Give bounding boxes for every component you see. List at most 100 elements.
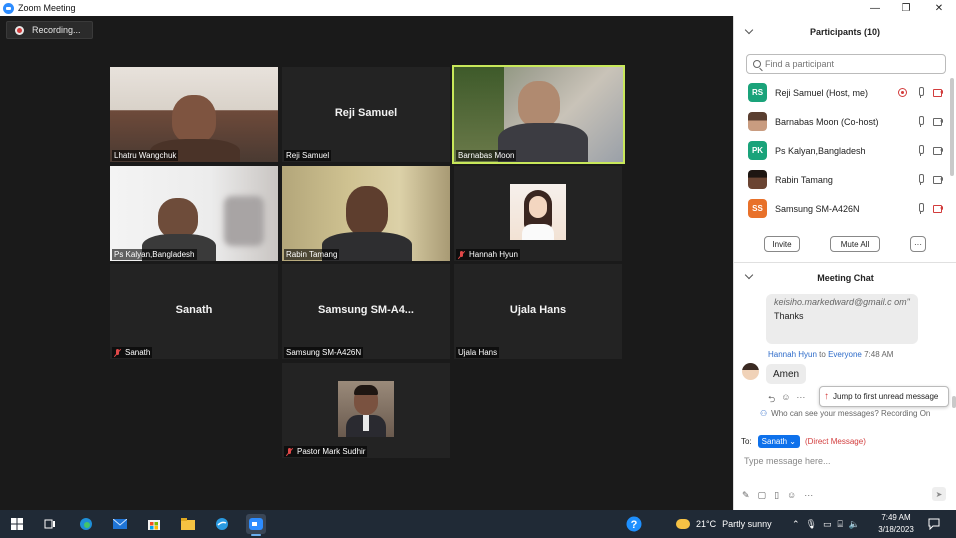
- recording-label: Recording...: [32, 25, 81, 35]
- weather-icon: [676, 519, 690, 529]
- more-icon[interactable]: ···: [796, 392, 805, 408]
- jump-to-unread-button[interactable]: ↑ Jump to first unread message: [819, 386, 949, 407]
- participant-row[interactable]: Rabin Tamang: [734, 165, 948, 194]
- participant-list: RS Reji Samuel (Host, me) Barnabas Moon …: [734, 78, 948, 223]
- help-icon[interactable]: ?: [624, 514, 644, 534]
- tile-name-tag: Rabin Tamang: [284, 249, 340, 260]
- window-title: Zoom Meeting: [18, 3, 76, 13]
- taskbar: ? 21°C Partly sunny ⌃ 🎙 ▭ ⌸ 🔈 7:49 AM 3/…: [0, 510, 956, 538]
- participant-row[interactable]: PK Ps Kalyan,Bangladesh: [734, 136, 948, 165]
- chat-sender[interactable]: Hannah Hyun: [768, 350, 817, 359]
- chat-message: Amen: [766, 364, 806, 384]
- invite-button[interactable]: Invite: [764, 236, 800, 252]
- video-tile-ujala[interactable]: Ujala Hans Ujala Hans: [454, 264, 622, 359]
- chat-title: Meeting Chat: [817, 273, 874, 283]
- tile-name-tag: Pastor Mark Sudhir: [284, 446, 368, 457]
- screenshot-icon[interactable]: ▢: [758, 490, 767, 501]
- chat-avatar: [742, 363, 759, 380]
- chat-text: Thanks: [774, 311, 804, 321]
- mic-muted-icon: [458, 250, 466, 259]
- windows-start-icon[interactable]: [7, 514, 27, 534]
- microphone-icon[interactable]: [915, 174, 926, 185]
- system-tray: ⌃ 🎙 ▭ ⌸ 🔈: [792, 510, 860, 538]
- store-icon[interactable]: [144, 514, 164, 534]
- file-explorer-icon[interactable]: [178, 514, 198, 534]
- tile-name-tag: Lhatru Wangchuk: [112, 150, 179, 161]
- volume-icon[interactable]: 🔈: [849, 519, 860, 530]
- to-label: To:: [741, 437, 752, 446]
- video-icon[interactable]: [933, 174, 944, 185]
- emoji-icon[interactable]: ☺: [787, 490, 796, 501]
- mute-all-button[interactable]: Mute All: [830, 236, 880, 252]
- participant-search-input[interactable]: [765, 59, 935, 69]
- video-off-icon[interactable]: [933, 87, 944, 98]
- recipient-dropdown[interactable]: Sanath ⌄: [757, 435, 800, 448]
- collapse-chevron-icon[interactable]: [744, 25, 754, 35]
- minimize-button[interactable]: —: [860, 0, 890, 16]
- close-button[interactable]: ✕: [924, 0, 954, 16]
- participant-row[interactable]: Barnabas Moon (Co-host): [734, 107, 948, 136]
- video-tile-sanath[interactable]: Sanath Sanath: [110, 264, 278, 359]
- video-tile-hannah[interactable]: Hannah Hyun: [454, 166, 622, 261]
- zoom-app-icon[interactable]: [246, 514, 266, 536]
- chat-scrollbar[interactable]: [952, 396, 956, 408]
- microphone-icon[interactable]: [915, 87, 926, 98]
- task-view-icon[interactable]: [40, 514, 60, 534]
- emoji-reaction-icon[interactable]: ☺: [781, 392, 790, 408]
- chat-message-input[interactable]: [744, 456, 944, 466]
- taskbar-clock[interactable]: 7:49 AM 3/18/2023: [874, 512, 918, 536]
- recording-indicator[interactable]: Recording...: [6, 21, 93, 39]
- chat-recipient-selector: To: Sanath ⌄ (Direct Message): [741, 435, 866, 448]
- mic-muted-icon: [286, 447, 294, 456]
- direct-message-label: (Direct Message): [804, 437, 866, 446]
- maximize-button[interactable]: ❐: [891, 0, 921, 16]
- video-tile-lhatru[interactable]: Lhatru Wangchuk: [110, 67, 278, 162]
- participant-scrollbar[interactable]: [950, 78, 954, 176]
- tile-center-name: Sanath: [175, 304, 213, 316]
- arrow-up-icon: ↑: [824, 391, 829, 402]
- video-tile-kalyan[interactable]: Ps Kalyan,Bangladesh: [110, 166, 278, 261]
- app-icon[interactable]: [212, 514, 232, 534]
- microphone-icon[interactable]: [915, 203, 926, 214]
- participant-row[interactable]: RS Reji Samuel (Host, me): [734, 78, 948, 107]
- microphone-icon[interactable]: [915, 116, 926, 127]
- video-tile-samsung[interactable]: Samsung SM-A4... Samsung SM-A426N: [282, 264, 450, 359]
- chat-recipient[interactable]: Everyone: [828, 350, 862, 359]
- network-icon[interactable]: ⌸: [838, 519, 843, 530]
- avatar: [748, 170, 767, 189]
- clock-date: 3/18/2023: [878, 525, 914, 534]
- title-bar: Zoom Meeting — ❐ ✕: [0, 0, 956, 16]
- participant-video: [172, 95, 216, 143]
- more-options-button[interactable]: ···: [910, 236, 926, 252]
- notification-icon[interactable]: [924, 514, 944, 534]
- participant-search[interactable]: [746, 54, 946, 74]
- participant-row[interactable]: SS Samsung SM-A426N: [734, 194, 948, 223]
- file-icon[interactable]: ▯: [774, 490, 779, 501]
- microphone-tray-icon[interactable]: 🎙: [806, 519, 817, 530]
- reply-icon[interactable]: ⮌: [768, 392, 775, 408]
- video-icon[interactable]: [933, 116, 944, 127]
- chat-to-word: to: [819, 350, 826, 359]
- video-off-icon[interactable]: [933, 203, 944, 214]
- mail-icon[interactable]: [110, 514, 130, 534]
- weather-widget[interactable]: 21°C Partly sunny: [676, 510, 772, 538]
- more-icon[interactable]: ···: [804, 490, 813, 501]
- video-tile-reji[interactable]: Reji Samuel Reji Samuel: [282, 67, 450, 162]
- tile-name-tag: Ujala Hans: [456, 347, 500, 358]
- clock-time: 7:49 AM: [881, 513, 911, 522]
- chevron-up-icon[interactable]: ⌃: [792, 519, 800, 530]
- recording-icon: [15, 25, 24, 35]
- avatar: [748, 112, 767, 131]
- chat-message-previous: keisiho.markedward@gmail.c om" Thanks: [766, 294, 918, 344]
- video-tile-pastor-mark[interactable]: Pastor Mark Sudhir: [282, 363, 450, 458]
- send-button[interactable]: ➤: [932, 487, 946, 501]
- video-tile-barnabas[interactable]: Barnabas Moon: [452, 65, 625, 164]
- edge-browser-icon[interactable]: [76, 514, 96, 534]
- display-icon[interactable]: ▭: [823, 519, 832, 530]
- microphone-icon[interactable]: [915, 145, 926, 156]
- chat-email-text: keisiho.markedward@gmail.c om": [774, 297, 910, 307]
- video-tile-rabin[interactable]: Rabin Tamang: [282, 166, 450, 261]
- format-icon[interactable]: ✎: [742, 490, 750, 501]
- who-can-see-link[interactable]: ⚇ Who can see your messages? Recording O…: [760, 409, 930, 418]
- video-icon[interactable]: [933, 145, 944, 156]
